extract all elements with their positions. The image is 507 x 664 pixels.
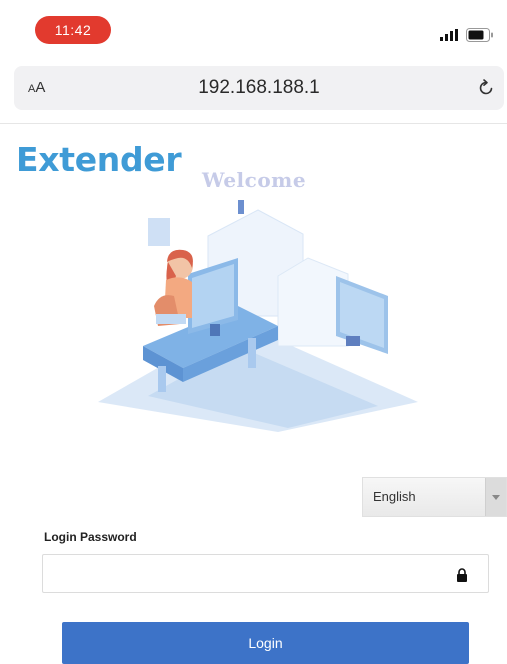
reload-icon[interactable] [476,78,496,98]
url-text[interactable]: 192.168.188.1 [14,66,504,110]
language-select[interactable]: English [362,477,507,517]
brand-title: Extender [16,140,182,179]
login-button[interactable]: Login [62,622,469,664]
address-bar[interactable]: AA 192.168.188.1 [14,66,504,110]
status-bar: 11:42 [0,0,507,56]
language-selected-value: English [373,489,416,504]
signal-bars-icon [440,29,458,41]
status-time: 11:42 [35,16,111,44]
battery-icon [466,28,493,42]
workspace-illustration [98,200,418,432]
password-input[interactable] [43,555,463,592]
chevron-down-icon[interactable] [485,478,506,516]
password-field[interactable] [42,554,489,593]
password-label: Login Password [44,530,137,544]
welcome-text: Welcome [202,168,307,192]
divider [0,123,507,124]
lock-icon [457,568,467,582]
